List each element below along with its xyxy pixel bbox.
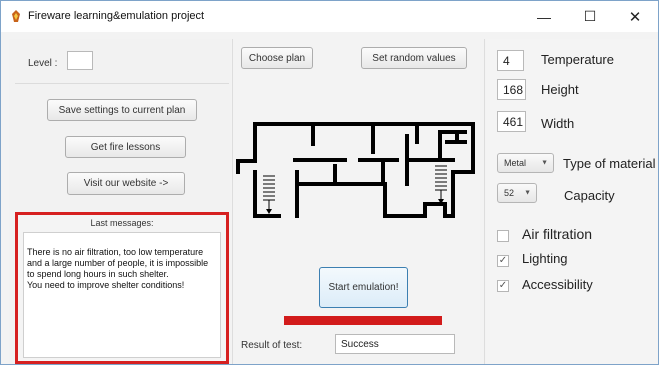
chevron-down-icon: ▼: [524, 189, 531, 197]
choose-plan-button[interactable]: Choose plan: [241, 47, 313, 69]
width-input[interactable]: 461: [497, 111, 526, 132]
last-messages-title: Last messages:: [90, 218, 154, 228]
maximize-button[interactable]: ☐: [567, 1, 613, 32]
temperature-input[interactable]: 4: [497, 50, 524, 71]
level-label: Level :: [28, 58, 58, 69]
level-input[interactable]: [67, 51, 93, 70]
separator-right: [484, 39, 485, 364]
material-value: Metal: [504, 158, 527, 168]
height-label: Height: [541, 82, 579, 97]
chevron-down-icon: ▼: [541, 159, 548, 167]
accessibility-label: Accessibility: [522, 277, 593, 292]
start-emulation-button[interactable]: Start emulation!: [319, 267, 408, 308]
messages-textarea[interactable]: There is no air filtration, too low temp…: [23, 232, 221, 358]
visit-website-button[interactable]: Visit our website ->: [67, 172, 185, 195]
air-filtration-label: Air filtration: [522, 226, 593, 242]
building-floor-plan: [236, 122, 475, 218]
close-icon: ✕: [628, 8, 642, 26]
set-random-values-button[interactable]: Set random values: [361, 47, 467, 69]
message-line: You need to improve shelter conditions!: [27, 280, 185, 290]
capacity-value: 52: [504, 188, 515, 198]
material-label: Type of material: [563, 156, 656, 171]
accessibility-checkbox[interactable]: ✓: [497, 280, 509, 292]
message-line: There is no air filtration, too low temp…: [27, 247, 211, 279]
result-label: Result of test:: [241, 340, 303, 351]
window-title: Fireware learning&emulation project: [28, 10, 205, 22]
checkmark-icon: ✓: [498, 255, 508, 266]
lighting-checkbox[interactable]: ✓: [497, 255, 509, 267]
result-field[interactable]: Success: [335, 334, 455, 354]
maximize-icon: ☐: [583, 8, 597, 24]
left-divider: [15, 83, 229, 84]
capacity-label: Capacity: [564, 188, 615, 203]
height-input[interactable]: 168: [497, 79, 526, 100]
separator-left: [232, 39, 233, 364]
save-settings-button[interactable]: Save settings to current plan: [47, 99, 197, 121]
width-label: Width: [541, 116, 575, 131]
minimize-icon: —: [537, 8, 551, 25]
get-fire-lessons-button[interactable]: Get fire lessons: [65, 136, 186, 158]
air-filtration-checkbox[interactable]: [497, 230, 509, 242]
close-button[interactable]: ✕: [612, 1, 658, 32]
capacity-select[interactable]: 52 ▼: [497, 183, 537, 203]
minimize-button[interactable]: —: [521, 1, 567, 32]
checkmark-icon: ✓: [498, 280, 508, 291]
lighting-label: Lighting: [522, 251, 568, 266]
last-messages-box: Last messages: There is no air filtratio…: [15, 212, 229, 364]
progress-fill: [284, 316, 442, 325]
app-logo-icon: [9, 9, 23, 23]
temperature-label: Temperature: [541, 52, 614, 67]
emulation-progress-bar: [284, 316, 442, 325]
app-window: Fireware learning&emulation project — ☐ …: [0, 0, 659, 365]
title-bar[interactable]: Fireware learning&emulation project — ☐ …: [1, 1, 658, 32]
material-select[interactable]: Metal ▼: [497, 153, 554, 173]
